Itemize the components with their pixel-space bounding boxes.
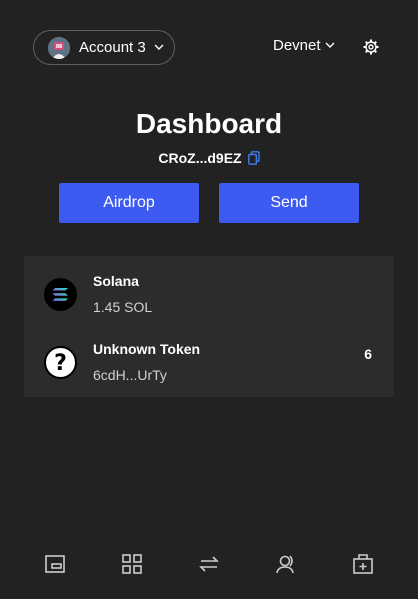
copy-icon[interactable] — [247, 151, 260, 165]
token-address: 6cdH...UrTy — [93, 367, 167, 383]
top-bar: Account 3 Devnet — [33, 30, 380, 65]
account-label: Account 3 — [79, 39, 146, 56]
wallet-icon[interactable] — [42, 551, 68, 577]
account-selector[interactable]: Account 3 — [33, 30, 175, 65]
chevron-down-icon — [325, 42, 335, 49]
contacts-icon[interactable] — [273, 551, 299, 577]
token-balance: 1.45 SOL — [93, 299, 153, 315]
token-name: Unknown Token — [93, 341, 201, 357]
token-name: Solana — [93, 273, 139, 289]
bottom-nav — [0, 551, 418, 581]
swap-icon[interactable] — [196, 551, 222, 577]
token-amount: 6 — [364, 346, 372, 362]
send-button[interactable]: Send — [219, 183, 359, 223]
token-row-solana[interactable]: Solana 1.45 SOL — [24, 258, 394, 326]
token-list: Solana 1.45 SOL ? Unknown Token 6cdH...U… — [24, 256, 394, 397]
page-title: Dashboard — [135, 108, 283, 139]
wallet-address-row[interactable]: CRoZ...d9EZ — [0, 150, 418, 166]
network-selector[interactable]: Devnet — [273, 37, 335, 54]
network-label: Devnet — [273, 37, 321, 54]
question-mark-icon: ? — [44, 346, 77, 379]
wallet-address: CRoZ...d9EZ — [158, 150, 242, 166]
svg-text:?: ? — [54, 351, 67, 376]
chevron-down-icon — [154, 44, 164, 51]
airdrop-button[interactable]: Airdrop — [59, 183, 199, 223]
add-box-icon[interactable] — [350, 551, 376, 577]
gear-icon[interactable] — [363, 39, 379, 60]
avatar — [48, 36, 70, 59]
solana-logo-icon — [44, 278, 77, 311]
token-row-unknown[interactable]: ? Unknown Token 6cdH...UrTy 6 — [24, 326, 394, 394]
grid-icon[interactable] — [119, 551, 145, 577]
